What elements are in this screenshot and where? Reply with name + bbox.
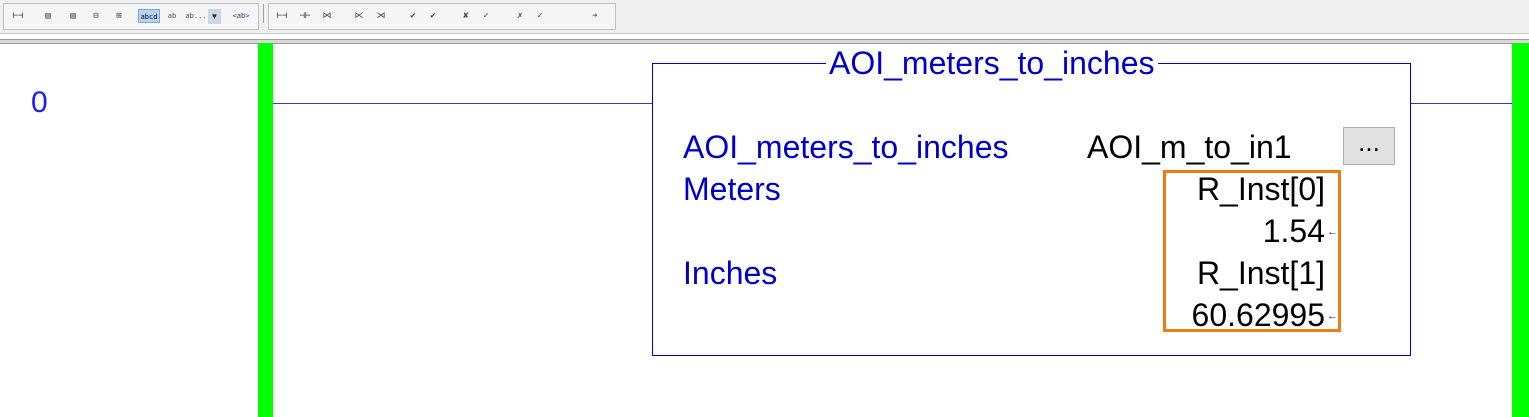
text-wrap-icon[interactable]: ab cd bbox=[165, 9, 179, 23]
insert-rung-icon[interactable]: ⊟ bbox=[88, 9, 104, 23]
toolbar-group-edit: ⊢⊣ ⊣⊢ ⋈ ⋉ ⋊ ✔ ✔ ✘ ✓ ✗ ✓ ➔ bbox=[268, 3, 616, 30]
go-to-icon[interactable]: ➔ bbox=[587, 9, 603, 23]
paste-rung-icon[interactable]: ▤ bbox=[65, 9, 81, 23]
coil-remove-icon[interactable]: ⋊ bbox=[373, 9, 389, 23]
contact-open-icon[interactable]: ⊢⊣ bbox=[274, 9, 290, 23]
contact-remove-icon[interactable]: ⋈ bbox=[319, 9, 335, 23]
coil-icon[interactable]: ⋉ bbox=[351, 9, 367, 23]
check-icon[interactable]: ✓ bbox=[532, 9, 548, 23]
aoi-instruction-name: AOI_meters_to_inches bbox=[683, 129, 1009, 165]
rung-number[interactable]: 0 bbox=[31, 86, 48, 120]
rung-wire-right[interactable] bbox=[1411, 103, 1512, 104]
verify-icon[interactable]: ✔ bbox=[405, 9, 421, 23]
highlight-box bbox=[1163, 170, 1341, 332]
left-power-rail bbox=[258, 43, 273, 417]
verify-all-icon[interactable]: ✔ bbox=[425, 9, 441, 23]
ellipsis-button[interactable]: ... bbox=[1343, 127, 1395, 165]
verify-errors-icon[interactable]: ✘ bbox=[458, 9, 474, 23]
check-error-icon[interactable]: ✗ bbox=[512, 9, 528, 23]
toolbar-divider bbox=[0, 39, 1529, 44]
toolbar-separator bbox=[263, 4, 264, 23]
parameter-name-meters: Meters bbox=[683, 171, 781, 207]
parameter-name-inches: Inches bbox=[683, 255, 778, 291]
dropdown-arrow-icon[interactable]: ▼ bbox=[208, 9, 221, 24]
contact-closed-icon[interactable]: ⊣⊢ bbox=[297, 9, 313, 23]
copy-rung-icon[interactable]: ▤ bbox=[40, 9, 56, 23]
aoi-instance-tag[interactable]: AOI_m_to_in1 bbox=[1087, 129, 1292, 165]
aoi-title: AOI_meters_to_inches bbox=[826, 44, 1158, 82]
right-power-rail bbox=[1512, 43, 1529, 417]
branch-icon[interactable]: ⊢⊣ bbox=[10, 9, 26, 23]
check-icon[interactable]: ✓ bbox=[478, 9, 494, 23]
rung-wire-left[interactable] bbox=[273, 103, 652, 104]
tag-description-icon[interactable]: <ab> bbox=[230, 9, 252, 23]
text-truncate-icon[interactable]: ab... bbox=[185, 9, 207, 23]
ladder-toolbar: ⊢⊣ ▤ ▤ ⊟ ⊞ abcd ab cd ab... ▼ <ab> ⊢⊣ ⊣⊢… bbox=[0, 0, 1529, 34]
insert-branch-icon[interactable]: ⊞ bbox=[111, 9, 127, 23]
text-abcd-icon[interactable]: abcd bbox=[138, 9, 160, 23]
toolbar-group-rung: ⊢⊣ ▤ ▤ ⊟ ⊞ abcd ab cd ab... ▼ <ab> bbox=[3, 3, 259, 30]
